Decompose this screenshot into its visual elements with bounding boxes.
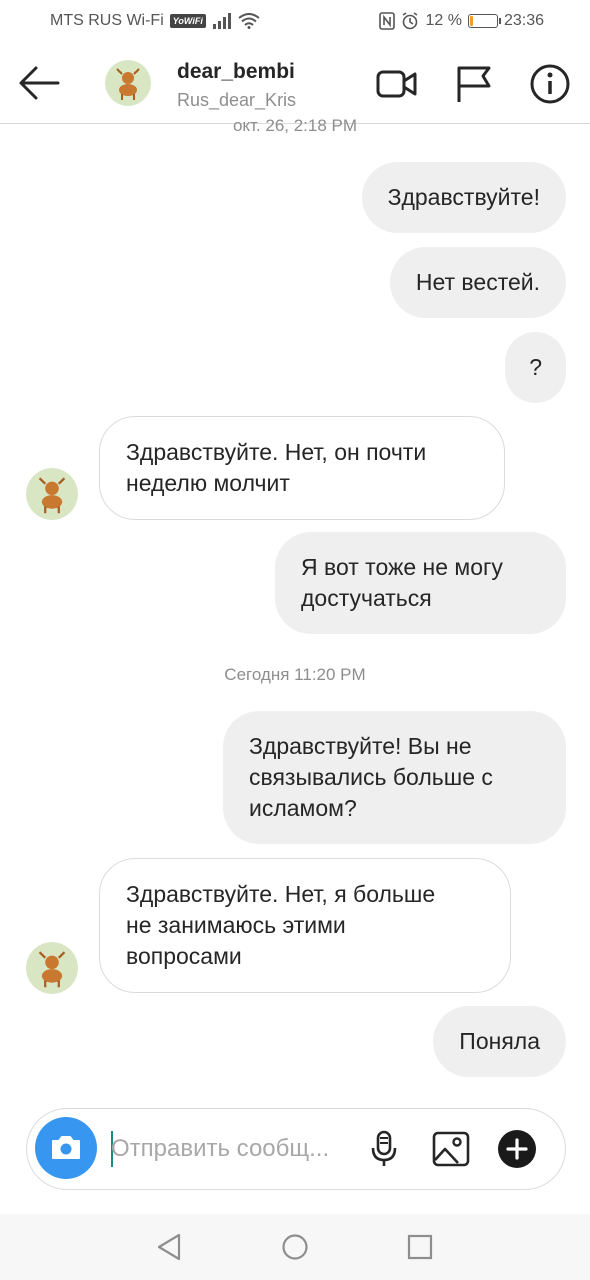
clock: 23:36 [503, 12, 544, 29]
flag-icon[interactable] [452, 62, 496, 106]
status-bar: MTS RUS Wi-Fi YoWiFi 12 % 23:36 [0, 0, 590, 44]
battery-level [469, 16, 473, 26]
message-line: исламом? [249, 795, 357, 821]
avatar[interactable] [105, 60, 151, 106]
back-arrow-icon[interactable] [16, 62, 62, 104]
nav-recents-icon[interactable] [405, 1232, 435, 1262]
fawn-avatar-icon [105, 60, 151, 106]
chat-subtitle: Rus_dear_Kris [177, 90, 297, 110]
fawn-avatar-icon [26, 942, 78, 994]
message-sent[interactable]: Я вот тоже не могу достучаться [275, 532, 566, 634]
chat-header: dear_bembi Rus_dear_Kris [0, 44, 590, 124]
message-line: не занимаюсь этими [126, 912, 346, 938]
wifi-badge: YoWiFi [169, 14, 206, 28]
message-sent[interactable]: Здравствуйте! Вы не связывались больше с… [223, 711, 566, 844]
message-sent[interactable]: Нет вестей. [389, 247, 566, 318]
battery-icon [467, 14, 501, 28]
nav-back-icon[interactable] [154, 1232, 184, 1262]
plus-icon[interactable] [497, 1129, 537, 1169]
avatar[interactable] [26, 942, 78, 994]
alarm-icon [403, 12, 418, 30]
camera-button[interactable] [35, 1117, 97, 1179]
nfc-icon [379, 12, 396, 30]
video-call-icon[interactable] [374, 62, 418, 106]
message-line: Я вот тоже не могу [301, 554, 503, 580]
message-received[interactable]: Здравствуйте. Нет, он почти неделю молчи… [99, 416, 505, 520]
nav-home-icon[interactable] [280, 1232, 310, 1262]
message-line: Здравствуйте. Нет, я больше [126, 881, 436, 907]
message-line: неделю молчит [126, 470, 290, 496]
status-right: 12 % 23:36 [379, 12, 544, 30]
chat-username[interactable]: dear_bembi [177, 60, 295, 84]
timestamp: окт. 26, 2:18 PM [232, 116, 358, 135]
camera-icon [52, 1136, 80, 1159]
message-received[interactable]: Здравствуйте. Нет, я больше не занимаюсь… [99, 858, 511, 993]
message-line: Здравствуйте! Вы не [249, 733, 472, 759]
message-line: вопросами [126, 943, 242, 969]
gallery-icon[interactable] [431, 1129, 471, 1169]
fawn-avatar-icon [26, 468, 78, 520]
message-line: достучаться [301, 585, 432, 611]
status-left: MTS RUS Wi-Fi YoWiFi [50, 12, 260, 30]
wifi-icon [238, 13, 260, 29]
microphone-icon[interactable] [364, 1129, 404, 1169]
message-composer [26, 1108, 566, 1190]
message-line: Здравствуйте. Нет, он почти [126, 439, 427, 465]
system-nav-bar [0, 1214, 590, 1280]
message-sent[interactable]: ? [505, 332, 566, 403]
battery-percent: 12 % [425, 12, 462, 29]
message-input[interactable] [111, 1129, 361, 1169]
message-line: связывались больше с [249, 764, 493, 790]
message-sent[interactable]: Поняла [433, 1006, 566, 1077]
timestamp: Сегодня 11:20 PM [224, 665, 366, 684]
message-sent[interactable]: Здравствуйте! [361, 162, 566, 233]
carrier-label: MTS RUS Wi-Fi [50, 12, 164, 29]
avatar[interactable] [26, 468, 78, 520]
signal-icon [212, 13, 231, 29]
info-icon[interactable] [528, 62, 572, 106]
